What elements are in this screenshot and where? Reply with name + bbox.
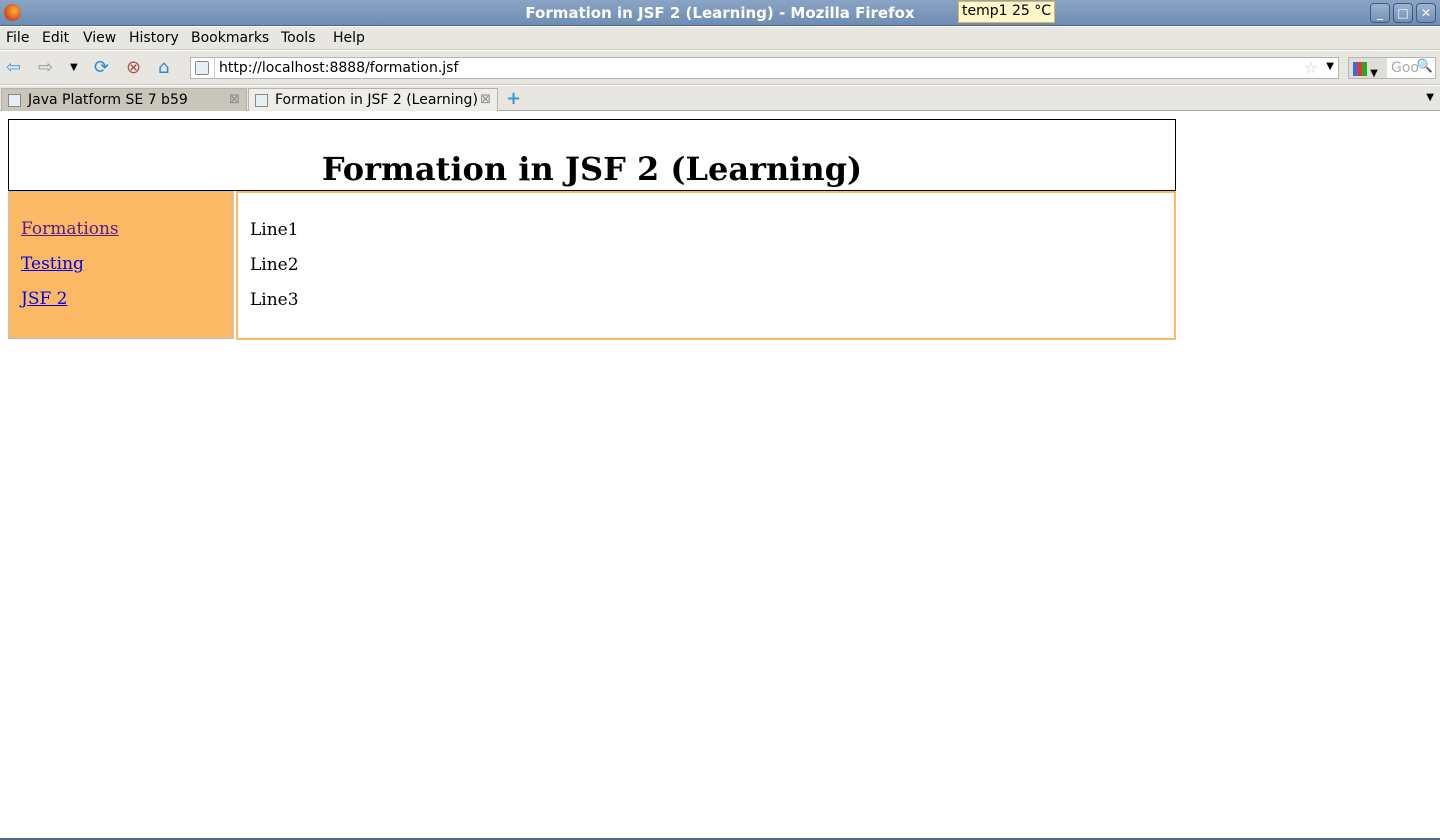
url-input[interactable]: http://localhost:8888/formation.jsf: [219, 60, 458, 76]
tab-formation[interactable]: Formation in JSF 2 (Learning) ⊠: [248, 88, 498, 111]
close-tab-icon[interactable]: ⊠: [229, 92, 240, 107]
menu-history[interactable]: History: [129, 30, 179, 46]
tab-list-dropdown-icon[interactable]: ▼: [1426, 92, 1434, 103]
close-tab-icon[interactable]: ⊠: [480, 92, 491, 107]
menu-bar: File Edit View History Bookmarks Tools H…: [0, 27, 1440, 50]
menu-edit[interactable]: Edit: [42, 30, 69, 46]
tab-favicon: [255, 94, 268, 107]
temperature-widget: temp1 25 °C: [958, 1, 1056, 23]
link-jsf2[interactable]: JSF 2: [21, 289, 67, 309]
content-panel: Line1 Line2 Line3: [236, 191, 1176, 340]
link-testing[interactable]: Testing: [21, 254, 84, 274]
window-title: Formation in JSF 2 (Learning) - Mozilla …: [525, 4, 915, 22]
menu-view[interactable]: View: [83, 30, 116, 46]
menu-bookmarks[interactable]: Bookmarks: [191, 30, 269, 46]
home-icon[interactable]: ⌂: [158, 58, 169, 78]
new-tab-icon[interactable]: +: [506, 88, 521, 109]
page-title: Formation in JSF 2 (Learning): [321, 150, 863, 188]
content-line: Line3: [250, 290, 299, 310]
page-header: Formation in JSF 2 (Learning): [8, 119, 1176, 191]
site-icon: [195, 61, 209, 75]
url-dropdown-icon[interactable]: ▼: [1326, 61, 1334, 72]
google-icon: [1353, 62, 1367, 76]
minimize-button[interactable]: _: [1370, 3, 1390, 23]
search-bar[interactable]: ▼ Google 🔍: [1348, 57, 1436, 79]
tab-favicon: [8, 94, 21, 107]
tab-label: Formation in JSF 2 (Learning): [275, 92, 478, 108]
menu-file[interactable]: File: [6, 30, 29, 46]
reload-icon[interactable]: ⟳: [94, 58, 109, 78]
url-bar[interactable]: http://localhost:8888/formation.jsf ☆ ▼: [190, 57, 1339, 79]
stop-icon[interactable]: ⊗: [126, 58, 141, 78]
navigation-toolbar: ⇦ ⇨ ▼ ⟳ ⊗ ⌂ http://localhost:8888/format…: [0, 51, 1440, 85]
forward-icon[interactable]: ⇨: [38, 58, 53, 78]
content-line: Line1: [250, 220, 299, 240]
bookmark-star-icon[interactable]: ☆: [1304, 58, 1318, 77]
menu-help[interactable]: Help: [333, 30, 365, 46]
content-line: Line2: [250, 255, 299, 275]
tab-java-platform[interactable]: Java Platform SE 7 b59 ⊠: [1, 88, 247, 111]
sidebar: Formations Testing JSF 2: [8, 191, 234, 339]
search-input[interactable]: Google: [1391, 60, 1419, 76]
tab-label: Java Platform SE 7 b59: [28, 92, 188, 108]
back-icon[interactable]: ⇦: [6, 58, 21, 78]
maximize-button[interactable]: □: [1393, 3, 1413, 23]
magnifier-icon[interactable]: 🔍: [1417, 59, 1433, 74]
title-bar: Formation in JSF 2 (Learning) - Mozilla …: [0, 0, 1440, 26]
link-formations[interactable]: Formations: [21, 219, 119, 239]
close-window-button[interactable]: ✕: [1416, 3, 1436, 23]
history-dropdown-icon[interactable]: ▼: [70, 58, 78, 78]
search-engine-selector[interactable]: ▼: [1349, 58, 1387, 79]
tab-bar: Java Platform SE 7 b59 ⊠ Formation in JS…: [0, 86, 1440, 111]
menu-tools[interactable]: Tools: [281, 30, 316, 46]
